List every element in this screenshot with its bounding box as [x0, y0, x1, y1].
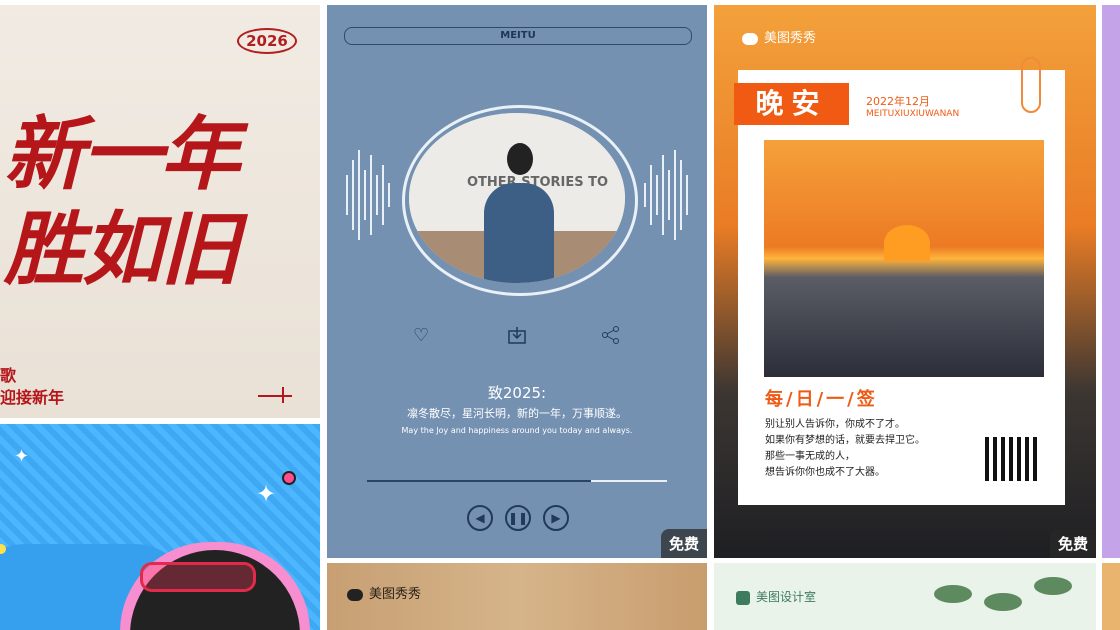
download-icon[interactable] — [507, 325, 527, 345]
qr-code — [985, 437, 1037, 481]
brand-label: 美图秀秀 — [347, 583, 421, 602]
quote-line: 如果你有梦想的话，就要去捍卫它。 — [765, 435, 925, 446]
brand-label: 美图秀秀 — [742, 27, 816, 46]
free-badge: 免费 — [660, 529, 707, 558]
template-card-goodnight[interactable]: 美图秀秀 晚安 2022年12月 MEITUXIUXIUWANAN 每/日/一/… — [714, 5, 1096, 558]
pause-icon[interactable]: ❚❚ — [505, 505, 531, 531]
card-headline-line2: 胜如旧 — [4, 202, 240, 296]
soundwave-right-icon — [644, 150, 688, 240]
next-icon[interactable]: ▶ — [543, 505, 569, 531]
decor-line — [258, 395, 292, 397]
progress-fill — [591, 480, 667, 482]
template-card-cartoon[interactable]: ✦ ✦ ✦ — [0, 424, 320, 630]
free-badge: 免费 — [1049, 529, 1096, 558]
heart-icon[interactable]: ♡ — [413, 325, 429, 346]
music-brand-bar: MEITU — [344, 27, 692, 45]
paperclip-icon — [1021, 57, 1041, 113]
design-logo-icon — [736, 590, 750, 605]
quote-text: 别让别人告诉你，你成不了才。 如果你有梦想的话，就要去捍卫它。 那些一事无成的人… — [765, 417, 925, 481]
leaf-decor — [934, 585, 972, 603]
meitu-logo-icon — [742, 32, 758, 45]
year-badge: 2026 — [237, 28, 297, 54]
pink-dot — [282, 471, 296, 485]
share-icon[interactable] — [601, 325, 621, 345]
note-pinyin: MEITUXIUXIUWANAN — [866, 109, 960, 119]
decor-tick — [282, 387, 284, 403]
caption-line2: 迎接新年 — [0, 388, 65, 407]
soundwave-left-icon — [346, 150, 390, 240]
brand-label: 美图设计室 — [736, 588, 816, 605]
music-english-line: May the Joy and happiness around you tod… — [401, 426, 633, 435]
template-card-partial[interactable] — [1102, 5, 1120, 558]
daily-heading: 每/日/一/签 — [765, 389, 878, 410]
sun-shape — [884, 225, 930, 261]
template-card-music[interactable]: MEITU OTHER STORIES TO ♡ 致2025: 凛冬散尽，星河长… — [327, 5, 707, 558]
card-headline-line1: 新一年 — [4, 107, 240, 201]
portrait-photo: OTHER STORIES TO — [409, 113, 625, 283]
meitu-logo-icon — [347, 588, 363, 601]
leaf-decor — [984, 593, 1022, 611]
template-card-wood[interactable]: 美图秀秀 — [327, 563, 707, 630]
quote-line: 别让别人告诉你，你成不了才。 — [765, 419, 905, 430]
person-figure — [484, 183, 554, 283]
template-card-green[interactable]: 美图设计室 — [714, 563, 1096, 630]
caption-line1: 歌 — [0, 366, 17, 385]
template-card-partial[interactable] — [1102, 563, 1120, 630]
leaf-decor — [1034, 577, 1072, 595]
quote-line: 那些一事无成的人， — [765, 451, 855, 462]
prev-icon[interactable]: ◀ — [467, 505, 493, 531]
goodnight-title: 晚安 — [734, 83, 849, 125]
sparkle-icon: ✦ — [14, 446, 30, 467]
sparkle-icon: ✦ — [256, 480, 277, 508]
music-title: 致2025: — [487, 384, 547, 402]
music-subtitle: 凛冬散尽，星河长明，新的一年，万事顺遂。 — [407, 407, 627, 420]
card-caption: 歌 迎接新年 — [0, 365, 64, 409]
note-date: 2022年12月 — [866, 95, 930, 108]
sunglasses — [140, 562, 256, 592]
template-card-newyear[interactable]: 2026 新一年 胜如旧 歌 迎接新年 — [0, 5, 320, 418]
quote-line: 想告诉你你也成不了大器。 — [765, 467, 885, 478]
